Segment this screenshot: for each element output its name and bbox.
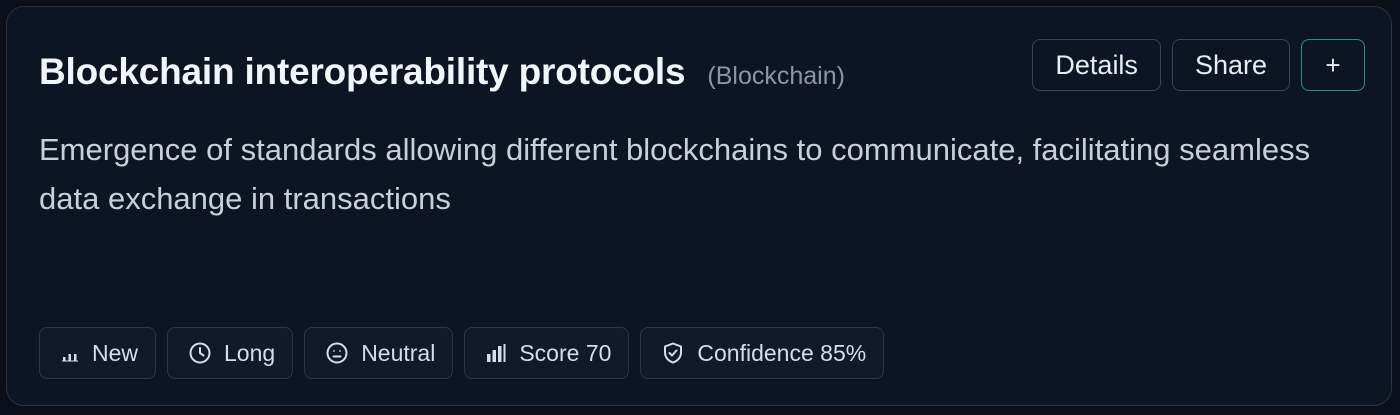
tag-score: Score 70 <box>464 327 630 379</box>
tag-list: New Long Neutral Score 70 Confidence 85% <box>39 327 885 379</box>
add-button[interactable]: + <box>1301 39 1365 91</box>
clock-icon <box>189 342 211 364</box>
share-button[interactable]: Share <box>1171 39 1290 91</box>
tag-confidence: Confidence 85% <box>640 327 885 379</box>
tag-long: Long <box>167 327 294 379</box>
card-title: Blockchain interoperability protocols <box>39 51 686 92</box>
tag-label: Long <box>224 339 276 366</box>
bar-chart-icon <box>487 344 506 362</box>
card-header: Blockchain interoperability protocols (B… <box>39 51 845 93</box>
tag-label: New <box>92 339 139 366</box>
details-button[interactable]: Details <box>1032 39 1161 91</box>
tag-neutral: Neutral <box>304 327 454 379</box>
shield-check-icon <box>664 342 683 364</box>
trend-card: Blockchain interoperability protocols (B… <box>6 6 1392 406</box>
tag-label: Score 70 <box>519 339 612 366</box>
tag-label: Confidence 85% <box>697 339 867 366</box>
bar-chart-small-icon <box>62 354 78 362</box>
card-actions: Details Share + <box>1032 39 1365 91</box>
tag-new: New <box>39 327 157 379</box>
tag-label: Neutral <box>361 339 436 366</box>
neutral-face-icon <box>326 342 348 364</box>
card-category: (Blockchain) <box>707 62 845 90</box>
card-description: Emergence of standards allowing differen… <box>39 132 1311 216</box>
